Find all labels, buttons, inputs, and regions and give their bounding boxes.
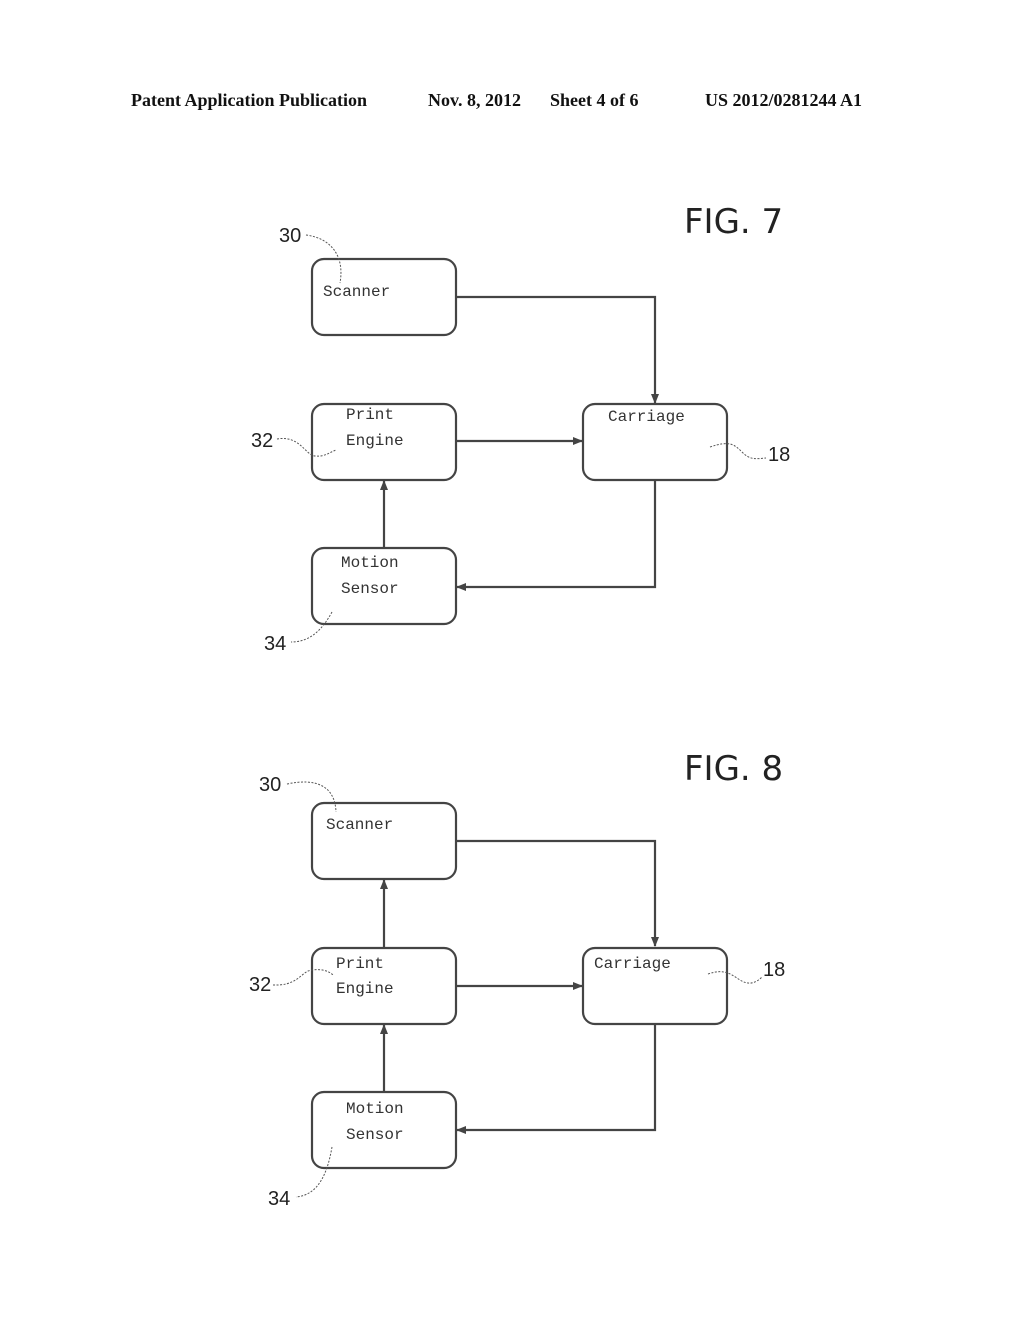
block-label-line-1: Print <box>346 406 394 424</box>
block-label-line-1: Motion <box>346 1100 404 1118</box>
block-label: Scanner <box>323 283 390 301</box>
block-label-line-2: Sensor <box>341 580 399 598</box>
block-label-line-2: Sensor <box>346 1126 404 1144</box>
reference-numeral-18: 18 <box>768 444 790 466</box>
block-label: Scanner <box>326 816 393 834</box>
connection-scanner-to-carriage <box>456 839 659 947</box>
block-label-line-2: Engine <box>346 432 404 450</box>
figure-label: FIG. 7 <box>684 202 783 242</box>
reference-numeral-18: 18 <box>763 959 785 981</box>
reference-numeral-30: 30 <box>259 774 281 796</box>
connection-scanner-to-carriage <box>456 295 659 404</box>
block-carriage: Carriage <box>581 402 729 482</box>
connection-carriage-to-motion-sensor <box>456 1024 657 1134</box>
block-label: Carriage <box>608 408 685 426</box>
block-label-line-1: Motion <box>341 554 399 572</box>
reference-numeral-32: 32 <box>249 974 271 996</box>
reference-numeral-34: 34 <box>268 1188 290 1210</box>
figure-7: FIG. 7 Scanner 30 Print Engine 32 Carria… <box>251 202 790 655</box>
reference-numeral-34: 34 <box>264 633 286 655</box>
block-print-engine: Print Engine <box>310 946 458 1026</box>
block-scanner: Scanner <box>310 257 458 337</box>
block-frame <box>310 801 458 881</box>
block-motion-sensor: Motion Sensor <box>310 546 458 626</box>
diagram-canvas: FIG. 7 Scanner 30 Print Engine 32 Carria… <box>249 202 790 1210</box>
connection-carriage-to-motion-sensor <box>456 480 657 591</box>
reference-numeral-30: 30 <box>279 225 301 247</box>
reference-numeral-32: 32 <box>251 430 273 452</box>
figure-label: FIG. 8 <box>684 749 783 789</box>
block-scanner: Scanner <box>310 801 458 881</box>
block-motion-sensor: Motion Sensor <box>310 1090 458 1170</box>
block-carriage: Carriage <box>581 946 729 1026</box>
block-label-line-1: Print <box>336 955 384 973</box>
block-label-line-2: Engine <box>336 980 394 998</box>
figure-8: FIG. 8 Scanner 30 Print Engine 32 Carria… <box>249 749 785 1210</box>
block-label: Carriage <box>594 955 671 973</box>
block-print-engine: Print Engine <box>310 402 458 482</box>
